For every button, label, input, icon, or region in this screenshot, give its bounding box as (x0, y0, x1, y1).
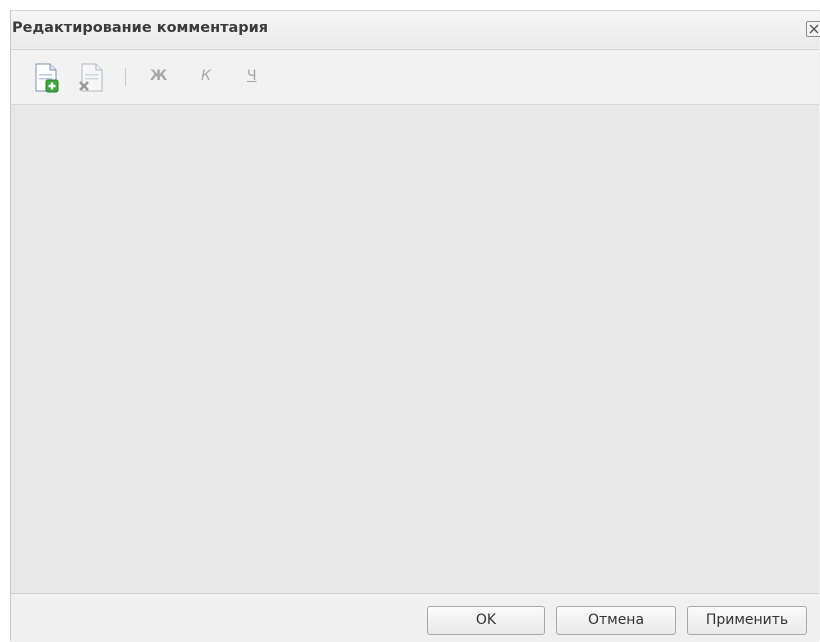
close-x-icon (809, 24, 819, 34)
underline-button[interactable]: Ч (247, 68, 257, 84)
add-document-button[interactable] (31, 62, 63, 94)
document-delete-icon (79, 63, 103, 92)
edit-comment-dialog: Редактирование комментария Ж К Ч OK Отме… (10, 10, 820, 642)
dialog-title: Редактирование комментария (12, 20, 269, 36)
italic-button[interactable]: К (201, 68, 211, 84)
apply-button[interactable]: Применить (687, 606, 807, 635)
cancel-button[interactable]: Отмена (556, 606, 676, 635)
document-add-icon (35, 63, 59, 93)
comment-editor: Ж К Ч (11, 49, 819, 594)
comment-text-area[interactable] (11, 105, 819, 593)
delete-document-button[interactable] (75, 62, 107, 94)
bold-button[interactable]: Ж (150, 68, 167, 84)
editor-toolbar: Ж К Ч (11, 50, 819, 105)
toolbar-separator (125, 68, 126, 86)
ok-button[interactable]: OK (427, 606, 545, 635)
dialog-footer: OK Отмена Применить (11, 594, 819, 642)
close-button[interactable] (806, 21, 820, 37)
dialog-titlebar[interactable]: Редактирование комментария (11, 11, 820, 48)
